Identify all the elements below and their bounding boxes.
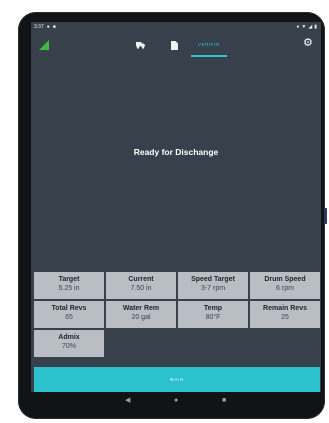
metric-value: 3-7 rpm [200, 285, 226, 292]
location-icon: ● [296, 24, 300, 30]
status-time: 3:37 [34, 24, 44, 30]
main-button[interactable]: MAIN [34, 367, 320, 392]
metric-label: Water Rem [122, 305, 160, 312]
metric-current: Current 7.50 in [106, 272, 176, 299]
metric-label: Speed Target [191, 276, 235, 283]
metric-value: 80°F [205, 314, 221, 321]
battery-icon: ▮ [314, 24, 317, 30]
metric-value: 20 gal [131, 314, 151, 321]
metric-speed-target: Speed Target 3-7 rpm [178, 272, 248, 299]
metric-label: Admix [58, 334, 80, 341]
recents-icon[interactable]: ■ [222, 396, 226, 406]
app-bar: VERIFIR ⚙ [31, 32, 321, 60]
metric-value: 7.50 in [130, 285, 152, 292]
signal-icon: ◢ [308, 24, 313, 30]
home-icon[interactable]: ● [174, 396, 178, 406]
metric-label: Target [58, 276, 80, 283]
back-icon[interactable]: ◀ [125, 396, 130, 406]
notification-icon: ■ [52, 24, 56, 30]
tab-verify[interactable]: VERIFIR [189, 41, 229, 53]
metric-value: 6 rpm [276, 285, 294, 292]
metric-label: Drum Speed [264, 276, 306, 283]
status-bar: 3:37 ● ■ ● ▼ ◢ ▮ [31, 22, 321, 32]
metric-label: Temp [203, 305, 223, 312]
metric-admix: Admix 70% [34, 330, 104, 357]
tablet-side-button [324, 208, 327, 224]
metric-remain-revs: Remain Revs 25 [250, 301, 320, 328]
metric-label: Total Revs [51, 305, 87, 312]
metric-label: Current [128, 276, 154, 283]
system-nav-bar: ◀ ● ■ [31, 392, 321, 412]
gear-icon[interactable]: ⚙ [303, 38, 313, 49]
app-screen: 3:37 ● ■ ● ▼ ◢ ▮ VERIFIR ⚙ Ready for Dis… [31, 22, 321, 412]
metric-water-rem: Water Rem 20 gal [106, 301, 176, 328]
status-message: Ready for Dischange [133, 147, 219, 157]
metric-label: Remain Revs [263, 305, 307, 312]
app-logo-icon [39, 40, 49, 50]
metric-drum-speed: Drum Speed 6 rpm [250, 272, 320, 299]
metric-total-revs: Total Revs 65 [34, 301, 104, 328]
location-icon: ● [46, 24, 50, 30]
metric-value: 65 [65, 314, 73, 321]
metric-target: Target 5.25 in [34, 272, 104, 299]
metric-temp: Temp 80°F [178, 301, 248, 328]
document-icon[interactable] [171, 41, 178, 52]
metric-value: 70% [61, 343, 76, 350]
tab-verify-indicator [191, 55, 227, 57]
truck-icon[interactable] [136, 41, 145, 51]
metric-value: 25 [281, 314, 289, 321]
wifi-icon: ▼ [301, 24, 307, 30]
metric-value: 5.25 in [58, 285, 80, 292]
